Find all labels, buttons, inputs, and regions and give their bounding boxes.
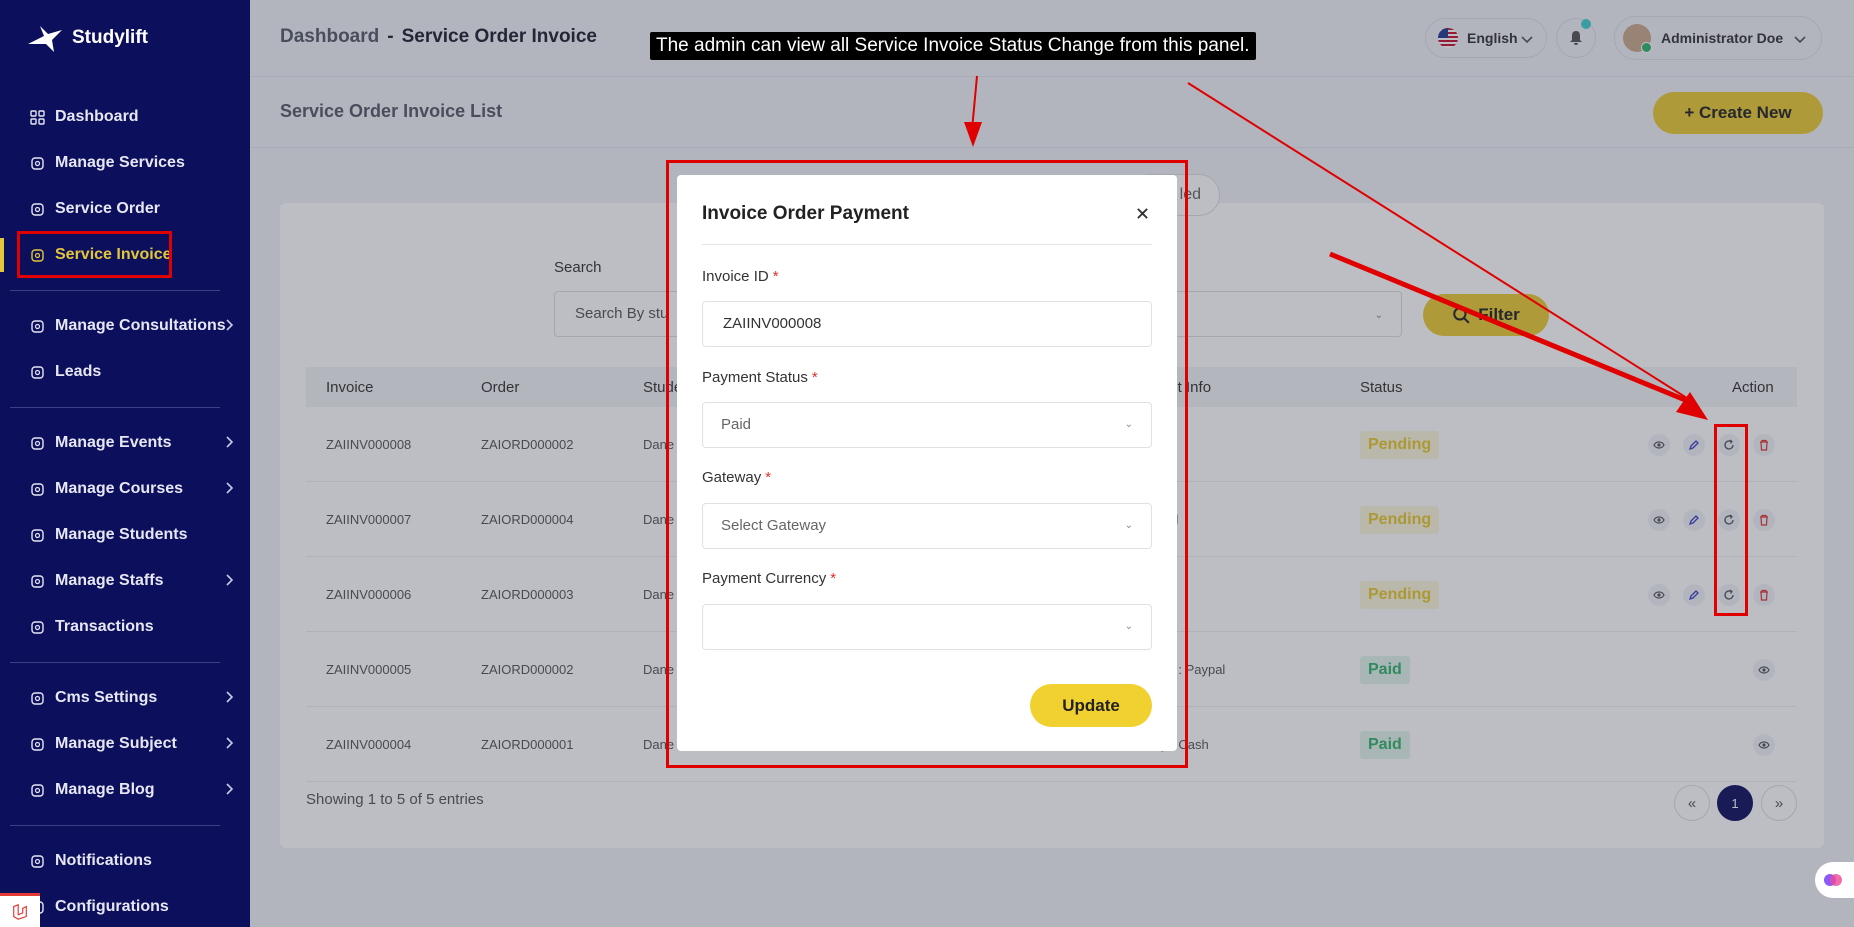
sidebar-item-label: Manage Services xyxy=(55,154,185,171)
calendar-icon xyxy=(29,435,45,451)
annotation-highlight-sidebar xyxy=(17,231,172,278)
sidebar-item-transactions[interactable]: Transactions xyxy=(0,604,250,650)
brain-icon xyxy=(1824,874,1842,886)
chevron-right-icon xyxy=(226,574,234,586)
leads-icon xyxy=(29,364,45,380)
gear-icon xyxy=(29,690,45,706)
sidebar-nav: Dashboard Manage Services Service Order Ser… xyxy=(0,94,250,927)
sidebar-item-label: Manage Staffs xyxy=(55,572,164,589)
sidebar-item-manage-subject[interactable]: Manage Subject xyxy=(0,721,250,767)
chevron-right-icon xyxy=(226,436,234,448)
sidebar-item-manage-blog[interactable]: Manage Blog xyxy=(0,767,250,813)
assistant-widget[interactable] xyxy=(1815,862,1854,898)
blog-icon xyxy=(29,782,45,798)
sidebar-item-leads[interactable]: Leads xyxy=(0,349,250,395)
annotation-highlight-modal xyxy=(666,160,1188,768)
sidebar-item-cms-settings[interactable]: Cms Settings xyxy=(0,675,250,721)
chevron-right-icon xyxy=(226,691,234,703)
order-icon xyxy=(29,201,45,217)
sidebar-item-dashboard[interactable]: Dashboard xyxy=(0,94,250,140)
services-icon xyxy=(29,155,45,171)
sidebar-item-label: Manage Blog xyxy=(55,781,155,798)
courses-icon xyxy=(29,481,45,497)
sidebar-divider xyxy=(10,662,220,663)
chevron-right-icon xyxy=(226,319,234,331)
brand-bird-icon xyxy=(28,26,62,52)
sidebar-item-label: Configurations xyxy=(55,898,169,915)
sidebar-item-label: Manage Subject xyxy=(55,735,177,752)
sidebar-item-label: Dashboard xyxy=(55,108,139,125)
chevron-right-icon xyxy=(226,783,234,795)
sidebar-item-label: Manage Events xyxy=(55,434,172,451)
sidebar-item-manage-events[interactable]: Manage Events xyxy=(0,420,250,466)
consultation-icon xyxy=(29,318,45,334)
sidebar-item-label: Leads xyxy=(55,363,102,380)
sidebar-item-manage-staffs[interactable]: Manage Staffs xyxy=(0,558,250,604)
transactions-icon xyxy=(29,619,45,635)
sidebar-divider xyxy=(10,290,220,291)
brand-logo[interactable]: Studylift xyxy=(26,22,148,54)
bell-icon xyxy=(29,853,45,869)
laravel-debug-icon[interactable] xyxy=(0,893,40,927)
sidebar-divider xyxy=(10,407,220,408)
sidebar-item-manage-courses[interactable]: Manage Courses xyxy=(0,466,250,512)
sidebar-item-label: Manage Students xyxy=(55,526,188,543)
sidebar-item-service-order[interactable]: Service Order xyxy=(0,186,250,232)
sidebar: Studylift Dashboard Manage Services Servic… xyxy=(0,0,250,927)
laravel-icon xyxy=(13,903,27,920)
sidebar-item-label: Cms Settings xyxy=(55,689,158,706)
sidebar-item-manage-students[interactable]: Manage Students xyxy=(0,512,250,558)
sidebar-item-label: Service Order xyxy=(55,200,160,217)
brand-name: Studylift xyxy=(72,27,148,48)
sidebar-item-label: Manage Consultations xyxy=(55,317,226,334)
sidebar-item-manage-consultations[interactable]: Manage Consultations xyxy=(0,303,250,349)
chevron-right-icon xyxy=(226,737,234,749)
annotation-highlight-actions xyxy=(1714,424,1748,616)
sidebar-item-label: Notifications xyxy=(55,852,152,869)
sidebar-item-label: Manage Courses xyxy=(55,480,184,497)
dashboard-icon xyxy=(29,109,45,125)
annotation-tooltip: The admin can view all Service Invoice S… xyxy=(650,32,1256,60)
sidebar-divider xyxy=(10,825,220,826)
chevron-right-icon xyxy=(226,482,234,494)
students-icon xyxy=(29,527,45,543)
book-icon xyxy=(29,736,45,752)
sidebar-item-label: Transactions xyxy=(55,618,154,635)
sidebar-item-manage-services[interactable]: Manage Services xyxy=(0,140,250,186)
staff-icon xyxy=(29,573,45,589)
sidebar-item-notifications[interactable]: Notifications xyxy=(0,838,250,884)
